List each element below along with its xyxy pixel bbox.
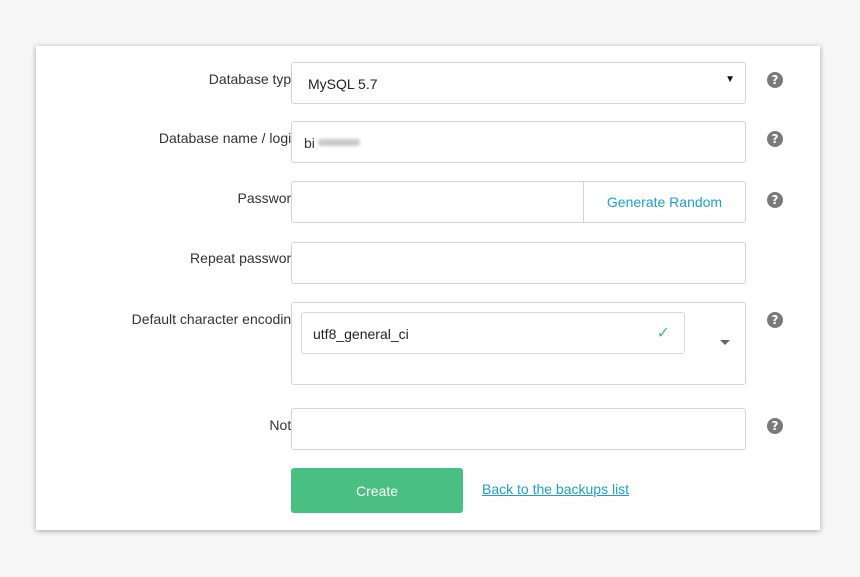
back-to-backups-link[interactable]: Back to the backups list [482, 481, 629, 497]
label-default-encoding: Default character encoding [131, 311, 299, 327]
blurred-text-mask [318, 139, 360, 146]
encoding-selected-option[interactable]: utf8_general_ci ✓ [301, 312, 685, 354]
database-type-value: MySQL 5.7 [308, 76, 378, 92]
create-database-card [36, 46, 820, 530]
database-name-input[interactable]: bi [291, 121, 746, 163]
database-name-value: bi [304, 135, 315, 151]
create-button[interactable]: Create [291, 468, 463, 513]
database-type-select[interactable]: MySQL 5.7 ▼ [291, 62, 746, 104]
select-arrow-icon: ▼ [725, 74, 735, 85]
label-database-name: Database name / login [158, 130, 299, 146]
label-database-type: Database type [208, 71, 299, 87]
help-icon[interactable]: ? [767, 131, 783, 147]
help-icon[interactable]: ? [767, 312, 783, 328]
note-input[interactable] [291, 408, 746, 450]
check-icon: ✓ [656, 323, 670, 342]
help-icon[interactable]: ? [767, 72, 783, 88]
encoding-value: utf8_general_ci [313, 326, 409, 342]
generate-random-button[interactable]: Generate Random [583, 182, 745, 222]
password-group: Generate Random [291, 181, 746, 223]
help-icon[interactable]: ? [767, 192, 783, 208]
password-input[interactable] [292, 182, 583, 222]
repeat-password-input[interactable] [291, 242, 746, 284]
encoding-select[interactable]: utf8_general_ci ✓ [291, 302, 746, 385]
help-icon[interactable]: ? [767, 418, 783, 434]
label-password: Password [237, 190, 299, 206]
label-repeat-password: Repeat password [190, 250, 299, 266]
caret-down-icon[interactable] [720, 340, 730, 345]
